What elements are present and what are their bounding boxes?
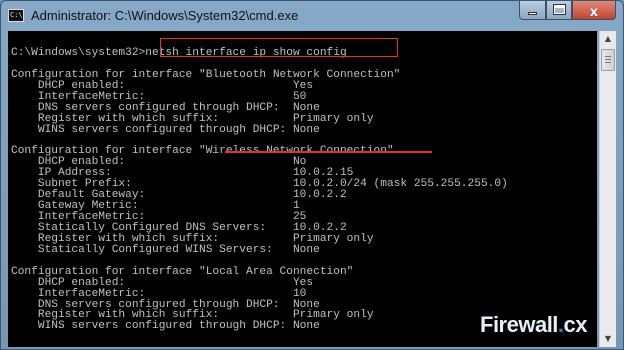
window-title: Administrator: C:\Windows\System32\cmd.e…	[31, 8, 299, 23]
close-icon: x	[589, 5, 599, 20]
title-bar[interactable]: C:\ Administrator: C:\Windows\System32\c…	[1, 1, 623, 31]
cmd-window: C:\ Administrator: C:\Windows\System32\c…	[0, 0, 624, 350]
console-line: Register with which suffix: Primary only	[11, 112, 374, 125]
maximize-icon	[553, 4, 566, 15]
console-line: WINS servers configured through DHCP: No…	[11, 320, 320, 333]
console-line: WINS servers configured through DHCP: No…	[11, 123, 320, 136]
minimize-button[interactable]	[519, 1, 546, 20]
firewall-cx-watermark: Firewall.cx	[480, 312, 588, 337]
scroll-up-icon[interactable]: ▲	[600, 31, 616, 47]
scroll-thumb[interactable]	[601, 49, 615, 71]
close-button[interactable]: x	[572, 1, 616, 20]
console-line: DHCP enabled: Yes	[11, 276, 314, 289]
console-output[interactable]: C:\Windows\system32>netsh interface ip s…	[8, 31, 597, 347]
console-line: InterfaceMetric: 50	[11, 90, 307, 103]
cmd-icon[interactable]: C:\	[8, 9, 24, 22]
scroll-down-icon[interactable]: ▼	[600, 331, 616, 347]
console-line: DNS servers configured through DHCP: Non…	[11, 101, 320, 114]
command-highlight-box	[160, 38, 398, 57]
console-line: Statically Configured WINS Servers: None	[11, 243, 320, 256]
wireless-connection-underline	[225, 151, 432, 153]
minimize-icon	[528, 12, 537, 15]
console-lines: C:\Windows\system32>netsh interface ip s…	[11, 37, 508, 332]
grip-icon	[605, 56, 611, 64]
console-line: InterfaceMetric: 10	[11, 287, 307, 300]
console-line: Configuration for interface "Local Area …	[11, 265, 354, 278]
vertical-scrollbar[interactable]: ▲ ▼	[599, 31, 616, 347]
maximize-button[interactable]	[546, 1, 572, 20]
